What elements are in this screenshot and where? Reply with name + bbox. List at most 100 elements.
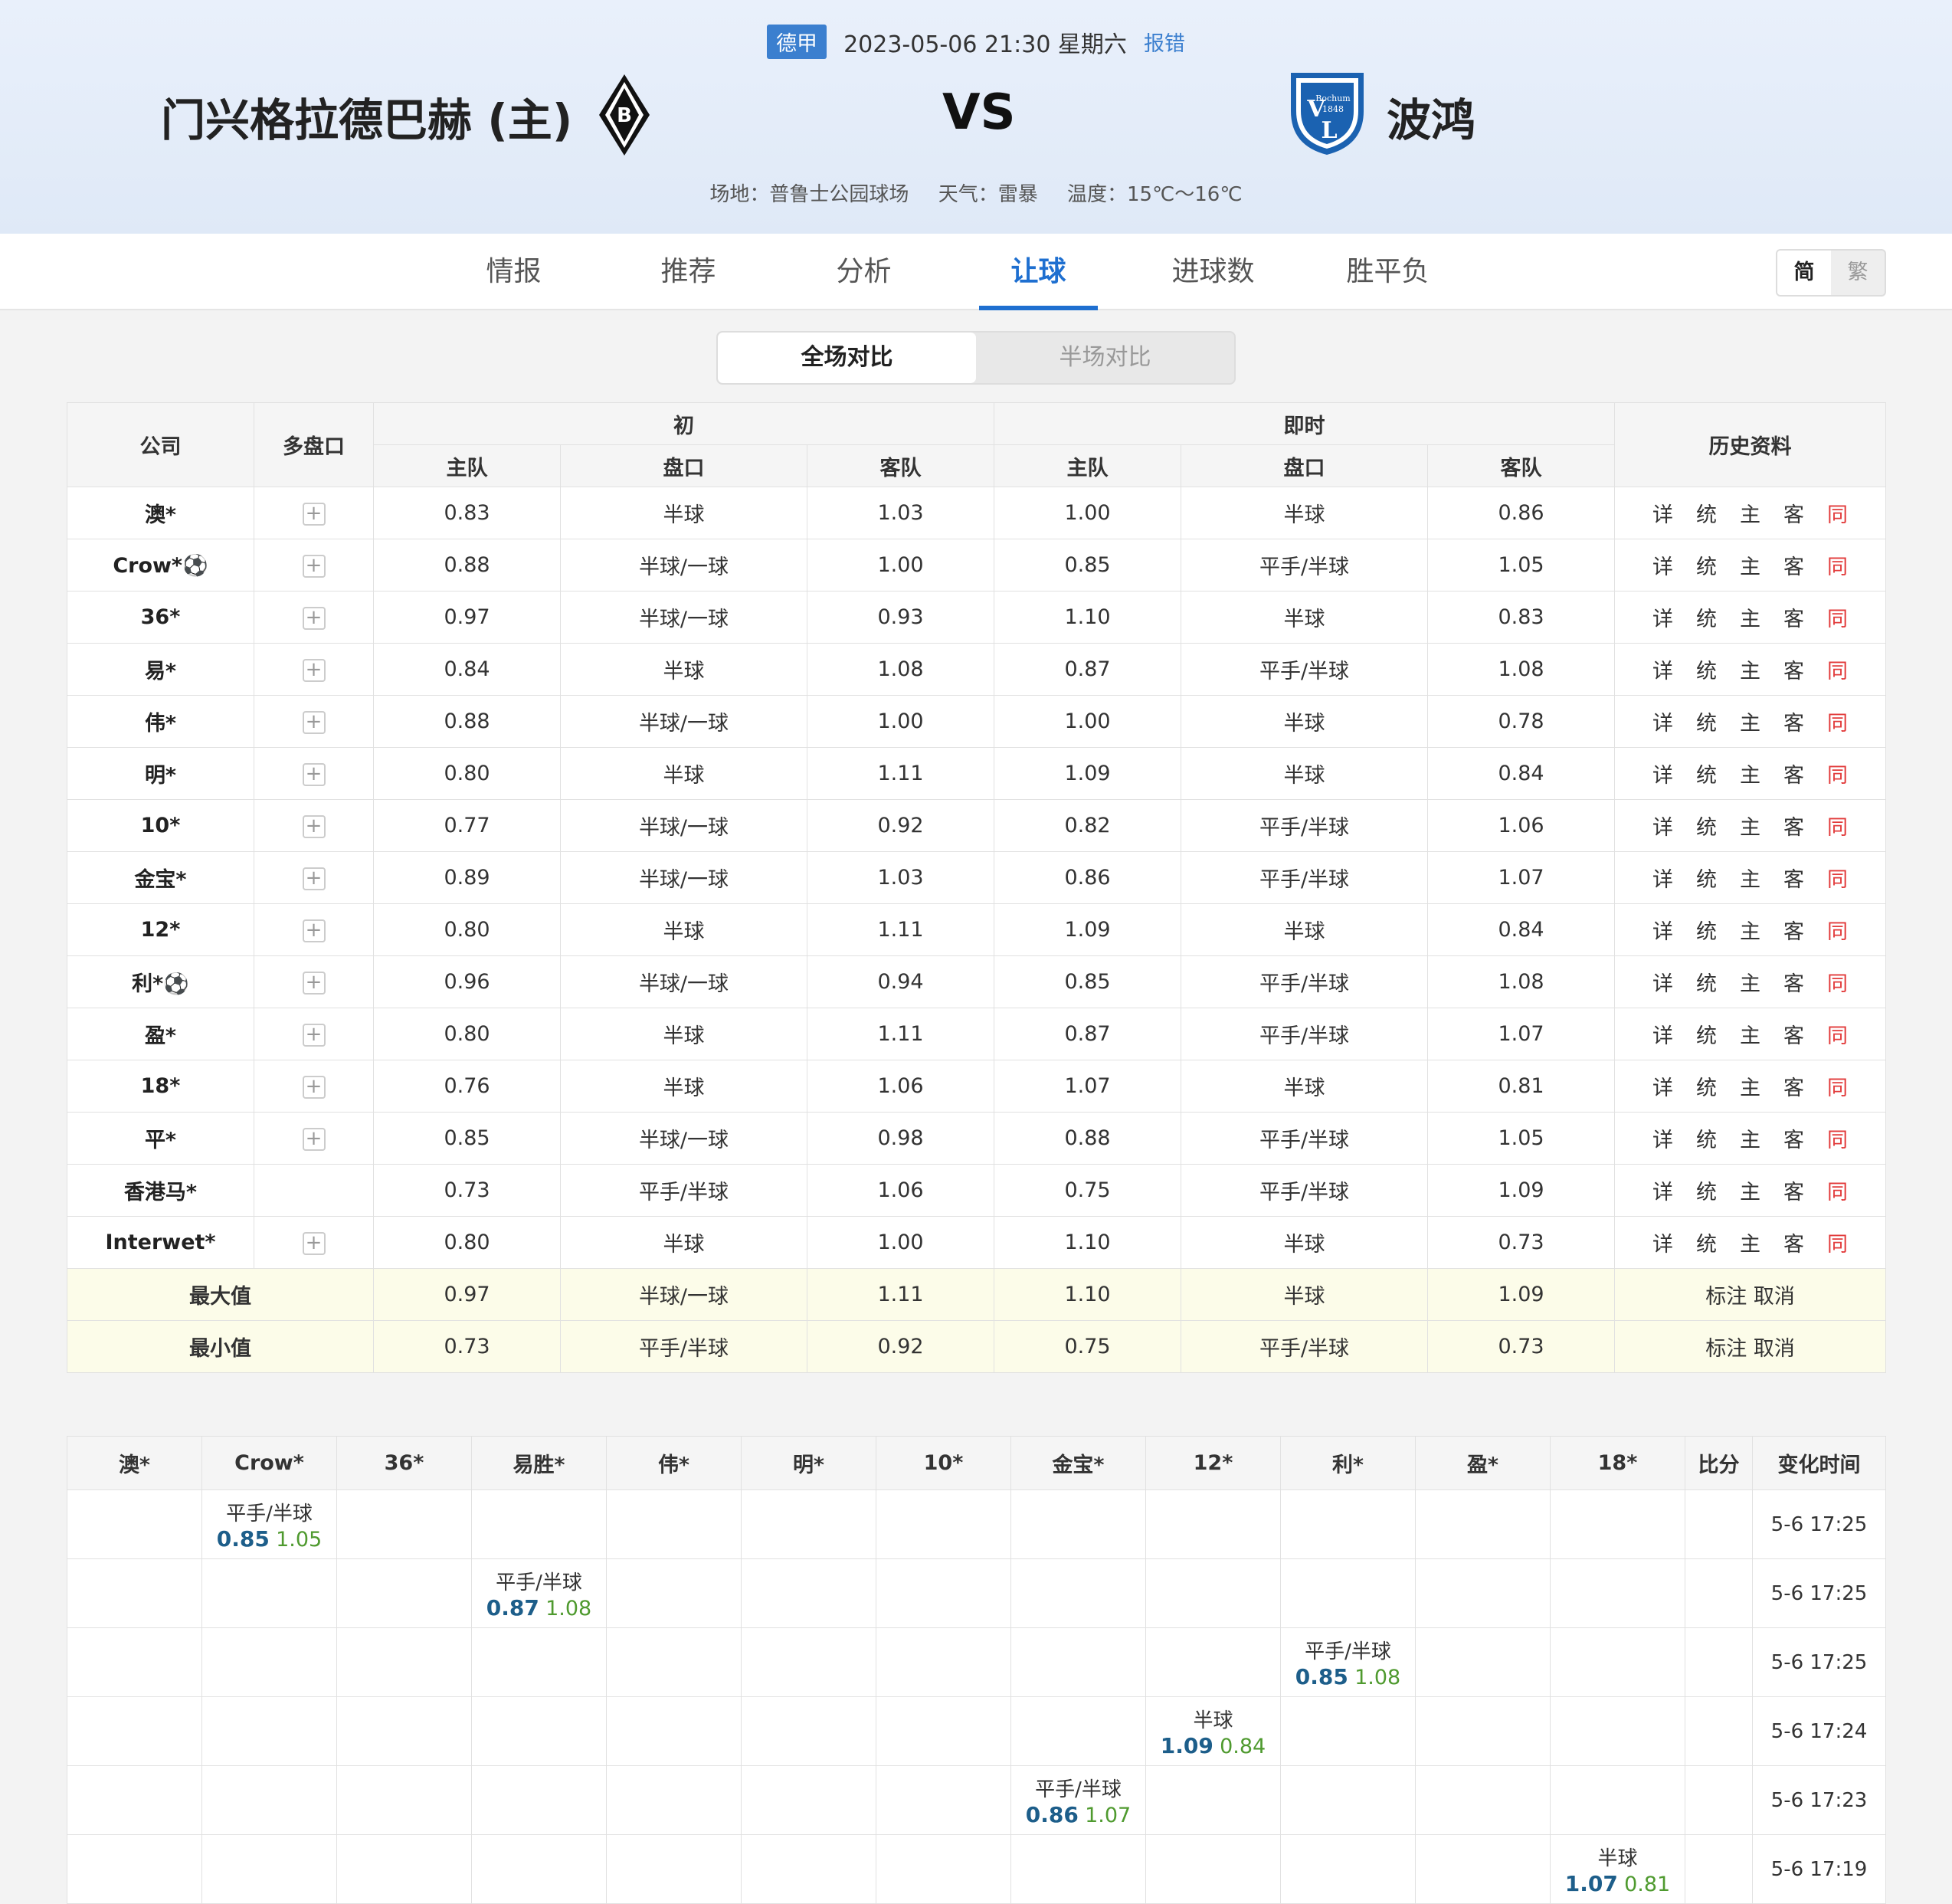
history-same-link[interactable]: 同 [1827, 608, 1848, 631]
history-same-link[interactable]: 同 [1827, 868, 1848, 892]
tab-handicap[interactable]: 让球 [979, 234, 1098, 310]
history-same-link[interactable]: 同 [1827, 920, 1848, 944]
history-same-link[interactable]: 同 [1827, 972, 1848, 996]
history-away-link[interactable]: 客 [1783, 503, 1804, 527]
tab-recommend[interactable]: 推荐 [629, 234, 748, 310]
history-same-link[interactable]: 同 [1827, 816, 1848, 840]
expand-plus-icon[interactable]: + [302, 1231, 326, 1255]
history-home-link[interactable]: 主 [1740, 555, 1760, 579]
history-detail-link[interactable]: 详 [1652, 972, 1673, 996]
history-detail-link[interactable]: 详 [1652, 660, 1673, 683]
history-detail-link[interactable]: 详 [1652, 1024, 1673, 1048]
history-away-link[interactable]: 客 [1783, 1077, 1804, 1100]
history-detail-link[interactable]: 详 [1652, 1129, 1673, 1152]
history-stats-link[interactable]: 统 [1696, 972, 1717, 996]
expand-plus-icon[interactable]: + [302, 502, 326, 526]
expand-plus-icon[interactable]: + [302, 710, 326, 734]
history-stats-link[interactable]: 统 [1696, 764, 1717, 788]
history-stats-link[interactable]: 统 [1696, 712, 1717, 736]
history-away-link[interactable]: 客 [1783, 555, 1804, 579]
history-home-link[interactable]: 主 [1740, 1233, 1760, 1257]
history-detail-link[interactable]: 详 [1652, 1181, 1673, 1204]
tab-goals[interactable]: 进球数 [1154, 234, 1272, 310]
expand-plus-icon[interactable]: + [302, 658, 326, 682]
history-home-link[interactable]: 主 [1740, 816, 1760, 840]
history-stats-link[interactable]: 统 [1696, 503, 1717, 527]
history-stats-link[interactable]: 统 [1696, 555, 1717, 579]
history-detail-link[interactable]: 详 [1652, 503, 1673, 527]
history-stats-link[interactable]: 统 [1696, 868, 1717, 892]
company-name[interactable]: 平* [67, 1112, 254, 1165]
history-detail-link[interactable]: 详 [1652, 920, 1673, 944]
company-name[interactable]: 盈* [67, 1008, 254, 1060]
summary-action[interactable]: 标注 取消 [1614, 1268, 1887, 1321]
history-detail-link[interactable]: 详 [1652, 555, 1673, 579]
history-away-link[interactable]: 客 [1783, 1233, 1804, 1257]
history-stats-link[interactable]: 统 [1696, 1077, 1717, 1100]
history-away-link[interactable]: 客 [1783, 712, 1804, 736]
company-name[interactable]: 易* [67, 643, 254, 696]
history-home-link[interactable]: 主 [1740, 972, 1760, 996]
history-detail-link[interactable]: 详 [1652, 608, 1673, 631]
company-name[interactable]: 金宝* [67, 851, 254, 904]
company-name[interactable]: 明* [67, 747, 254, 800]
history-away-link[interactable]: 客 [1783, 1181, 1804, 1204]
company-name[interactable]: 利*⚽ [67, 955, 254, 1008]
half-match-compare-button[interactable]: 半场对比 [976, 333, 1234, 383]
history-home-link[interactable]: 主 [1740, 608, 1760, 631]
history-away-link[interactable]: 客 [1783, 608, 1804, 631]
history-home-link[interactable]: 主 [1740, 503, 1760, 527]
history-home-link[interactable]: 主 [1740, 660, 1760, 683]
history-away-link[interactable]: 客 [1783, 1024, 1804, 1048]
history-away-link[interactable]: 客 [1783, 1129, 1804, 1152]
expand-plus-icon[interactable]: + [302, 919, 326, 942]
expand-plus-icon[interactable]: + [302, 554, 326, 578]
history-home-link[interactable]: 主 [1740, 1077, 1760, 1100]
company-name[interactable]: Crow*⚽ [67, 539, 254, 592]
history-stats-link[interactable]: 统 [1696, 1129, 1717, 1152]
history-same-link[interactable]: 同 [1827, 1129, 1848, 1152]
history-home-link[interactable]: 主 [1740, 1129, 1760, 1152]
history-same-link[interactable]: 同 [1827, 1024, 1848, 1048]
history-same-link[interactable]: 同 [1827, 764, 1848, 788]
tab-info[interactable]: 情报 [454, 234, 573, 310]
history-detail-link[interactable]: 详 [1652, 764, 1673, 788]
history-away-link[interactable]: 客 [1783, 868, 1804, 892]
history-home-link[interactable]: 主 [1740, 712, 1760, 736]
history-away-link[interactable]: 客 [1783, 816, 1804, 840]
history-stats-link[interactable]: 统 [1696, 608, 1717, 631]
history-home-link[interactable]: 主 [1740, 868, 1760, 892]
history-home-link[interactable]: 主 [1740, 1024, 1760, 1048]
full-match-compare-button[interactable]: 全场对比 [718, 333, 976, 383]
expand-plus-icon[interactable]: + [302, 1023, 326, 1047]
company-name[interactable]: Interwet* [67, 1216, 254, 1269]
history-away-link[interactable]: 客 [1783, 972, 1804, 996]
expand-plus-icon[interactable]: + [302, 814, 326, 838]
history-detail-link[interactable]: 详 [1652, 712, 1673, 736]
company-name[interactable]: 伟* [67, 695, 254, 748]
expand-plus-icon[interactable]: + [302, 762, 326, 786]
history-away-link[interactable]: 客 [1783, 764, 1804, 788]
history-home-link[interactable]: 主 [1740, 764, 1760, 788]
company-name[interactable]: 10* [67, 799, 254, 852]
expand-plus-icon[interactable]: + [302, 1127, 326, 1151]
expand-plus-icon[interactable]: + [302, 867, 326, 890]
history-same-link[interactable]: 同 [1827, 503, 1848, 527]
history-same-link[interactable]: 同 [1827, 660, 1848, 683]
company-name[interactable]: 36* [67, 591, 254, 644]
history-detail-link[interactable]: 详 [1652, 816, 1673, 840]
history-same-link[interactable]: 同 [1827, 1181, 1848, 1204]
history-stats-link[interactable]: 统 [1696, 1181, 1717, 1204]
history-same-link[interactable]: 同 [1827, 1233, 1848, 1257]
company-name[interactable]: 香港马* [67, 1164, 254, 1217]
expand-plus-icon[interactable]: + [302, 1075, 326, 1099]
history-stats-link[interactable]: 统 [1696, 660, 1717, 683]
home-team-name[interactable]: 门兴格拉德巴赫 (主) [161, 84, 572, 149]
tab-analysis[interactable]: 分析 [804, 234, 923, 310]
history-away-link[interactable]: 客 [1783, 920, 1804, 944]
history-same-link[interactable]: 同 [1827, 555, 1848, 579]
company-name[interactable]: 12* [67, 903, 254, 956]
history-detail-link[interactable]: 详 [1652, 1077, 1673, 1100]
history-detail-link[interactable]: 详 [1652, 868, 1673, 892]
simplified-chinese-button[interactable]: 简 [1777, 251, 1831, 295]
